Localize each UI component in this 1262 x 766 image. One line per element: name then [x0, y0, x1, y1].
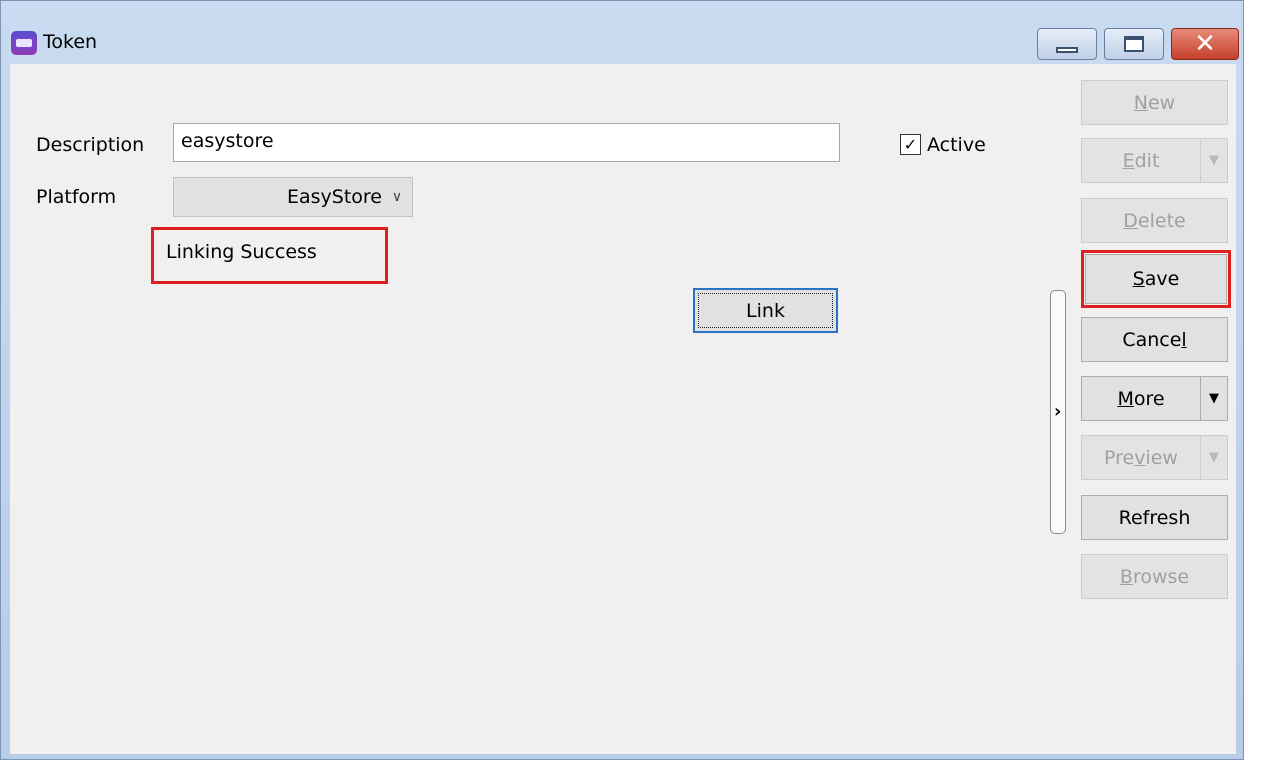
cancel-button[interactable]: Cance l	[1081, 317, 1228, 362]
token-window: Token ✕ Description easystore Platform E…	[0, 0, 1244, 760]
title-bar[interactable]: Token ✕	[1, 1, 1243, 61]
edit-dropdown-icon[interactable]: ▼	[1200, 139, 1227, 182]
platform-select-value: EasyStore	[286, 186, 382, 208]
minimize-button[interactable]	[1037, 28, 1097, 60]
close-icon: ✕	[1194, 29, 1216, 59]
linking-status-text: Linking Success	[166, 241, 317, 263]
active-checkbox[interactable]: ✓	[900, 134, 921, 155]
maximize-button[interactable]	[1104, 28, 1164, 60]
save-button[interactable]: Save	[1085, 254, 1227, 304]
browse-button[interactable]: Browse	[1081, 554, 1228, 599]
check-icon: ✓	[903, 134, 918, 154]
close-button[interactable]: ✕	[1171, 28, 1239, 60]
preview-split-button[interactable]: Pre v iew ▼	[1081, 435, 1228, 480]
edit-split-button[interactable]: Edit ▼	[1081, 138, 1228, 183]
new-button[interactable]: New	[1081, 80, 1228, 125]
platform-label: Platform	[36, 186, 117, 208]
preview-dropdown-icon[interactable]: ▼	[1200, 436, 1227, 479]
minimize-icon	[1056, 47, 1078, 53]
edit-button[interactable]: Edit	[1082, 139, 1200, 182]
description-label: Description	[36, 134, 145, 156]
chevron-right-icon[interactable]: ›	[1054, 401, 1061, 422]
description-input[interactable]: easystore	[173, 123, 840, 162]
window-title: Token	[43, 31, 98, 53]
more-button[interactable]: More	[1082, 377, 1200, 420]
more-dropdown-icon[interactable]: ▼	[1200, 377, 1227, 420]
preview-button[interactable]: Pre v iew	[1082, 436, 1200, 479]
delete-button[interactable]: Delete	[1081, 198, 1228, 243]
refresh-button[interactable]: Refresh	[1081, 495, 1228, 540]
active-label: Active	[927, 134, 986, 156]
app-icon	[11, 31, 37, 55]
maximize-icon	[1124, 36, 1144, 52]
link-button[interactable]: Link	[693, 288, 838, 333]
chevron-down-icon: ∨	[391, 189, 403, 205]
more-split-button[interactable]: More ▼	[1081, 376, 1228, 421]
client-area: Description easystore Platform EasyStore…	[10, 64, 1236, 754]
platform-select[interactable]: EasyStore ∨	[173, 177, 413, 217]
